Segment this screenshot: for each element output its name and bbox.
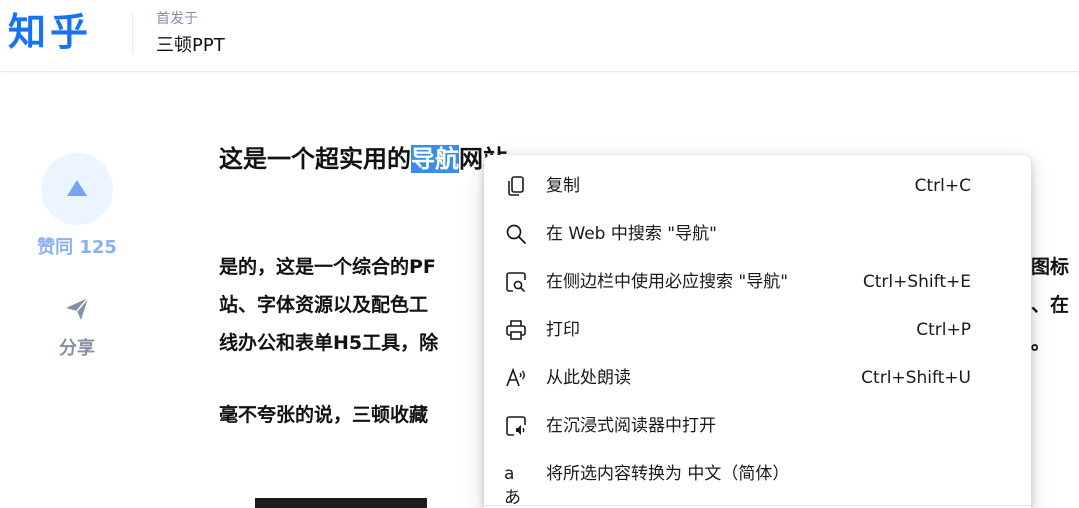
menu-label-read-aloud: 从此处朗读 [546, 368, 631, 388]
paragraph-tail-2: 、在 [1031, 294, 1070, 316]
published-in-label: 首发于 [156, 11, 198, 27]
share-label[interactable]: 分享 [20, 336, 134, 362]
sidebar-search-icon [506, 272, 526, 292]
search-icon [506, 224, 526, 244]
menu-label-copy: 复制 [546, 176, 580, 196]
menu-item-read-aloud[interactable]: 从此处朗读 Ctrl+Shift+U [484, 354, 1031, 402]
menu-item-sidebar-search[interactable]: 在侧边栏中使用必应搜索 "导航" Ctrl+Shift+E [484, 258, 1031, 306]
immersive-reader-icon [506, 416, 526, 436]
menu-label-sidebar-search: 在侧边栏中使用必应搜索 "导航" [546, 272, 789, 292]
translate-icon: aあ [504, 464, 521, 508]
paragraph-line-1: 是的，这是一个综合的PF [219, 256, 436, 278]
menu-label-immersive-reader: 在沉浸式阅读器中打开 [546, 416, 716, 436]
menu-shortcut-read-aloud: Ctrl+Shift+U [861, 368, 971, 388]
title-selected-text[interactable]: 导航 [411, 145, 459, 173]
column-name-link[interactable]: 三顿PPT [156, 34, 225, 58]
menu-shortcut-print: Ctrl+P [916, 320, 971, 340]
top-header: 知乎 首发于 三顿PPT [0, 0, 1079, 72]
context-menu: 复制 Ctrl+C 在 Web 中搜索 "导航" 在侧边栏中使用必应搜索 "导航… [484, 155, 1031, 508]
menu-shortcut-copy: Ctrl+C [914, 176, 971, 196]
copy-icon [508, 176, 524, 196]
menu-shortcut-sidebar-search: Ctrl+Shift+E [862, 272, 971, 292]
menu-label-web-search: 在 Web 中搜索 "导航" [546, 224, 717, 244]
read-aloud-icon [506, 367, 525, 387]
upvote-arrow-icon [67, 180, 87, 196]
zhihu-logo[interactable]: 知乎 [8, 4, 92, 60]
menu-separator [484, 505, 1031, 506]
paragraph-line-2: 站、字体资源以及配色工 [219, 294, 429, 316]
menu-item-copy[interactable]: 复制 Ctrl+C [484, 162, 1031, 210]
menu-item-translate[interactable]: aあ 将所选内容转换为 中文（简体） [484, 450, 1031, 508]
menu-label-print: 打印 [546, 320, 580, 340]
menu-item-print[interactable]: 打印 Ctrl+P [484, 306, 1031, 354]
upvote-count-label[interactable]: 赞同 125 [20, 235, 134, 261]
article-title: 这是一个超实用的导航网站 [219, 140, 507, 178]
share-icon[interactable] [62, 294, 92, 324]
menu-label-translate: 将所选内容转换为 中文（简体） [546, 464, 790, 484]
paragraph-line-3: 线办公和表单H5工具，除 [219, 332, 439, 354]
paragraph-tail-3: 。 [1031, 332, 1051, 354]
paragraph-tail-1: 图标 [1031, 256, 1070, 278]
upvote-button[interactable] [41, 153, 113, 225]
header-divider [132, 12, 133, 54]
print-icon [506, 320, 526, 340]
menu-item-web-search[interactable]: 在 Web 中搜索 "导航" [484, 210, 1031, 258]
menu-item-immersive-reader[interactable]: 在沉浸式阅读器中打开 [484, 402, 1031, 450]
article-image-top-edge [255, 498, 427, 508]
title-part-before: 这是一个超实用的 [219, 145, 411, 173]
paragraph-line-4: 毫不夸张的说，三顿收藏 [219, 404, 429, 426]
